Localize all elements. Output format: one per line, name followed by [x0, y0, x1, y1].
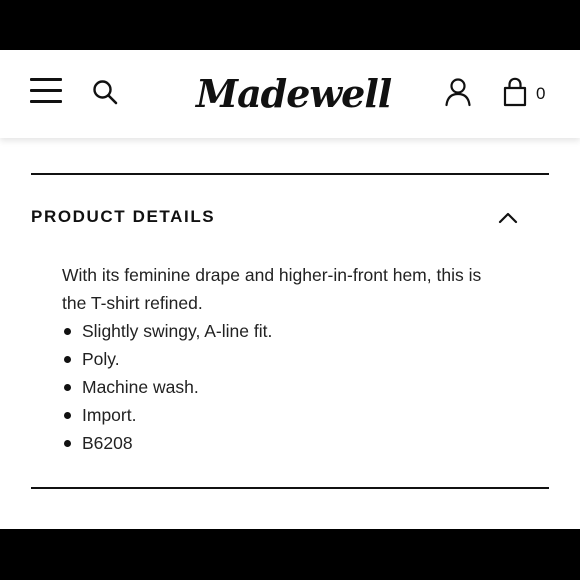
product-page: Madewell 0 PRODUCT DETAILS With its femi… [0, 50, 580, 529]
hamburger-menu-icon[interactable] [30, 78, 62, 104]
site-header: Madewell 0 [0, 50, 580, 138]
list-item: Machine wash. [62, 373, 482, 401]
search-icon[interactable] [92, 79, 118, 105]
section-divider [31, 487, 549, 489]
product-details-list: Slightly swingy, A-line fit. Poly. Machi… [62, 317, 482, 457]
list-item: Slightly swingy, A-line fit. [62, 317, 482, 345]
letterbox-top [0, 0, 580, 50]
account-icon[interactable] [444, 77, 472, 107]
shopping-bag-icon[interactable] [502, 77, 528, 107]
chevron-up-icon [498, 212, 518, 224]
list-item: Import. [62, 401, 482, 429]
section-title: PRODUCT DETAILS [31, 207, 216, 226]
brand-logo[interactable]: Madewell [196, 68, 392, 120]
product-details-toggle[interactable]: PRODUCT DETAILS [0, 190, 580, 242]
letterbox-bottom [0, 529, 580, 580]
list-item: Poly. [62, 345, 482, 373]
list-item: B6208 [62, 429, 482, 457]
bag-count: 0 [536, 84, 546, 103]
product-description: With its feminine drape and higher-in-fr… [62, 265, 482, 313]
section-divider [31, 173, 549, 175]
product-details-content: With its feminine drape and higher-in-fr… [62, 261, 482, 457]
